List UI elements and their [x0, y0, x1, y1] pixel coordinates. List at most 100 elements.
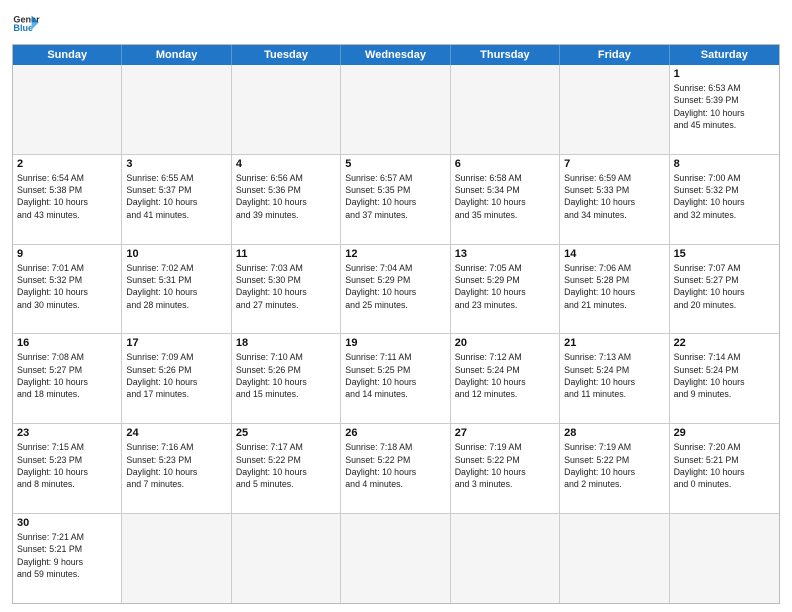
calendar-cell: 15Sunrise: 7:07 AM Sunset: 5:27 PM Dayli… [670, 245, 779, 334]
day-info: Sunrise: 7:15 AM Sunset: 5:23 PM Dayligh… [17, 441, 117, 490]
header: General Blue [12, 10, 780, 38]
calendar-row: 2 Sunrise: 6:54 AM Sunset: 5:38 PM Daylig… [13, 154, 779, 244]
weekday-header: Sunday [13, 45, 122, 65]
calendar-cell [232, 65, 341, 154]
calendar: SundayMondayTuesdayWednesdayThursdayFrid… [12, 44, 780, 604]
day-number: 27 [455, 427, 555, 439]
weekday-header: Tuesday [232, 45, 341, 65]
svg-text:Blue: Blue [13, 23, 33, 33]
calendar-cell: 25Sunrise: 7:17 AM Sunset: 5:22 PM Dayli… [232, 424, 341, 513]
calendar-header: SundayMondayTuesdayWednesdayThursdayFrid… [13, 45, 779, 65]
calendar-cell: 7 Sunrise: 6:59 AM Sunset: 5:33 PM Daylig… [560, 155, 669, 244]
calendar-cell: 9Sunrise: 7:01 AM Sunset: 5:32 PM Daylig… [13, 245, 122, 334]
calendar-cell [451, 514, 560, 603]
calendar-cell [560, 65, 669, 154]
calendar-cell: 29 Sunrise: 7:20 AM Sunset: 5:21 PM Dayli… [670, 424, 779, 513]
day-info: Sunrise: 7:14 AM Sunset: 5:24 PM Dayligh… [674, 351, 775, 400]
day-info: Sunrise: 7:19 AM Sunset: 5:22 PM Dayligh… [455, 441, 555, 490]
day-info: Sunrise: 6:57 AM Sunset: 5:35 PM Dayligh… [345, 172, 445, 221]
calendar-cell: 1Sunrise: 6:53 AM Sunset: 5:39 PM Daylig… [670, 65, 779, 154]
day-info: Sunrise: 7:17 AM Sunset: 5:22 PM Dayligh… [236, 441, 336, 490]
calendar-cell [122, 514, 231, 603]
day-number: 9 [17, 248, 117, 260]
calendar-cell: 2 Sunrise: 6:54 AM Sunset: 5:38 PM Daylig… [13, 155, 122, 244]
day-info: Sunrise: 7:18 AM Sunset: 5:22 PM Dayligh… [345, 441, 445, 490]
day-number: 28 [564, 427, 664, 439]
calendar-cell [560, 514, 669, 603]
day-number: 2 [17, 158, 117, 170]
day-number: 5 [345, 158, 445, 170]
calendar-cell: 3Sunrise: 6:55 AM Sunset: 5:37 PM Daylig… [122, 155, 231, 244]
day-number: 4 [236, 158, 336, 170]
day-info: Sunrise: 7:00 AM Sunset: 5:32 PM Dayligh… [674, 172, 775, 221]
calendar-cell: 11 Sunrise: 7:03 AM Sunset: 5:30 PM Dayli… [232, 245, 341, 334]
calendar-cell [232, 514, 341, 603]
logo-icon: General Blue [12, 10, 40, 38]
calendar-cell: 28 Sunrise: 7:19 AM Sunset: 5:22 PM Dayli… [560, 424, 669, 513]
calendar-cell [13, 65, 122, 154]
day-info: Sunrise: 7:21 AM Sunset: 5:21 PM Dayligh… [17, 531, 117, 580]
calendar-cell: 24 Sunrise: 7:16 AM Sunset: 5:23 PM Dayli… [122, 424, 231, 513]
day-number: 3 [126, 158, 226, 170]
day-info: Sunrise: 7:08 AM Sunset: 5:27 PM Dayligh… [17, 351, 117, 400]
calendar-cell [451, 65, 560, 154]
day-number: 14 [564, 248, 664, 260]
day-number: 16 [17, 337, 117, 349]
calendar-row: 1Sunrise: 6:53 AM Sunset: 5:39 PM Daylig… [13, 65, 779, 154]
day-info: Sunrise: 7:02 AM Sunset: 5:31 PM Dayligh… [126, 262, 226, 311]
calendar-row: 30Sunrise: 7:21 AM Sunset: 5:21 PM Dayli… [13, 513, 779, 603]
page: General Blue SundayMondayTuesdayWednesda… [0, 0, 792, 612]
day-info: Sunrise: 7:03 AM Sunset: 5:30 PM Dayligh… [236, 262, 336, 311]
calendar-cell [670, 514, 779, 603]
day-number: 15 [674, 248, 775, 260]
day-number: 20 [455, 337, 555, 349]
calendar-cell: 17Sunrise: 7:09 AM Sunset: 5:26 PM Dayli… [122, 334, 231, 423]
calendar-cell: 23 Sunrise: 7:15 AM Sunset: 5:23 PM Dayli… [13, 424, 122, 513]
calendar-cell: 20Sunrise: 7:12 AM Sunset: 5:24 PM Dayli… [451, 334, 560, 423]
day-info: Sunrise: 7:09 AM Sunset: 5:26 PM Dayligh… [126, 351, 226, 400]
calendar-cell [341, 65, 450, 154]
weekday-header: Wednesday [341, 45, 450, 65]
day-number: 11 [236, 248, 336, 260]
day-number: 18 [236, 337, 336, 349]
day-info: Sunrise: 6:56 AM Sunset: 5:36 PM Dayligh… [236, 172, 336, 221]
calendar-cell: 18 Sunrise: 7:10 AM Sunset: 5:26 PM Dayli… [232, 334, 341, 423]
day-info: Sunrise: 6:53 AM Sunset: 5:39 PM Dayligh… [674, 82, 775, 131]
calendar-cell: 30Sunrise: 7:21 AM Sunset: 5:21 PM Dayli… [13, 514, 122, 603]
day-number: 24 [126, 427, 226, 439]
day-info: Sunrise: 7:16 AM Sunset: 5:23 PM Dayligh… [126, 441, 226, 490]
calendar-cell: 22Sunrise: 7:14 AM Sunset: 5:24 PM Dayli… [670, 334, 779, 423]
day-info: Sunrise: 7:20 AM Sunset: 5:21 PM Dayligh… [674, 441, 775, 490]
day-info: Sunrise: 6:54 AM Sunset: 5:38 PM Dayligh… [17, 172, 117, 221]
calendar-cell: 14Sunrise: 7:06 AM Sunset: 5:28 PM Dayli… [560, 245, 669, 334]
day-info: Sunrise: 7:13 AM Sunset: 5:24 PM Dayligh… [564, 351, 664, 400]
weekday-header: Monday [122, 45, 231, 65]
calendar-cell: 4 Sunrise: 6:56 AM Sunset: 5:36 PM Daylig… [232, 155, 341, 244]
calendar-cell: 26Sunrise: 7:18 AM Sunset: 5:22 PM Dayli… [341, 424, 450, 513]
day-info: Sunrise: 6:59 AM Sunset: 5:33 PM Dayligh… [564, 172, 664, 221]
calendar-cell: 16 Sunrise: 7:08 AM Sunset: 5:27 PM Dayli… [13, 334, 122, 423]
calendar-row: 9Sunrise: 7:01 AM Sunset: 5:32 PM Daylig… [13, 244, 779, 334]
day-number: 12 [345, 248, 445, 260]
day-number: 13 [455, 248, 555, 260]
weekday-header: Saturday [670, 45, 779, 65]
day-number: 7 [564, 158, 664, 170]
calendar-cell: 12 Sunrise: 7:04 AM Sunset: 5:29 PM Dayli… [341, 245, 450, 334]
day-info: Sunrise: 6:58 AM Sunset: 5:34 PM Dayligh… [455, 172, 555, 221]
calendar-cell [341, 514, 450, 603]
day-info: Sunrise: 7:19 AM Sunset: 5:22 PM Dayligh… [564, 441, 664, 490]
day-info: Sunrise: 7:10 AM Sunset: 5:26 PM Dayligh… [236, 351, 336, 400]
day-info: Sunrise: 7:05 AM Sunset: 5:29 PM Dayligh… [455, 262, 555, 311]
day-number: 29 [674, 427, 775, 439]
calendar-body: 1Sunrise: 6:53 AM Sunset: 5:39 PM Daylig… [13, 65, 779, 603]
calendar-row: 23 Sunrise: 7:15 AM Sunset: 5:23 PM Dayli… [13, 423, 779, 513]
weekday-header: Friday [560, 45, 669, 65]
day-info: Sunrise: 7:04 AM Sunset: 5:29 PM Dayligh… [345, 262, 445, 311]
calendar-cell: 21Sunrise: 7:13 AM Sunset: 5:24 PM Dayli… [560, 334, 669, 423]
calendar-cell: 13 Sunrise: 7:05 AM Sunset: 5:29 PM Dayli… [451, 245, 560, 334]
calendar-row: 16 Sunrise: 7:08 AM Sunset: 5:27 PM Dayli… [13, 333, 779, 423]
day-number: 23 [17, 427, 117, 439]
calendar-cell: 19Sunrise: 7:11 AM Sunset: 5:25 PM Dayli… [341, 334, 450, 423]
calendar-cell: 10Sunrise: 7:02 AM Sunset: 5:31 PM Dayli… [122, 245, 231, 334]
calendar-cell: 8Sunrise: 7:00 AM Sunset: 5:32 PM Daylig… [670, 155, 779, 244]
